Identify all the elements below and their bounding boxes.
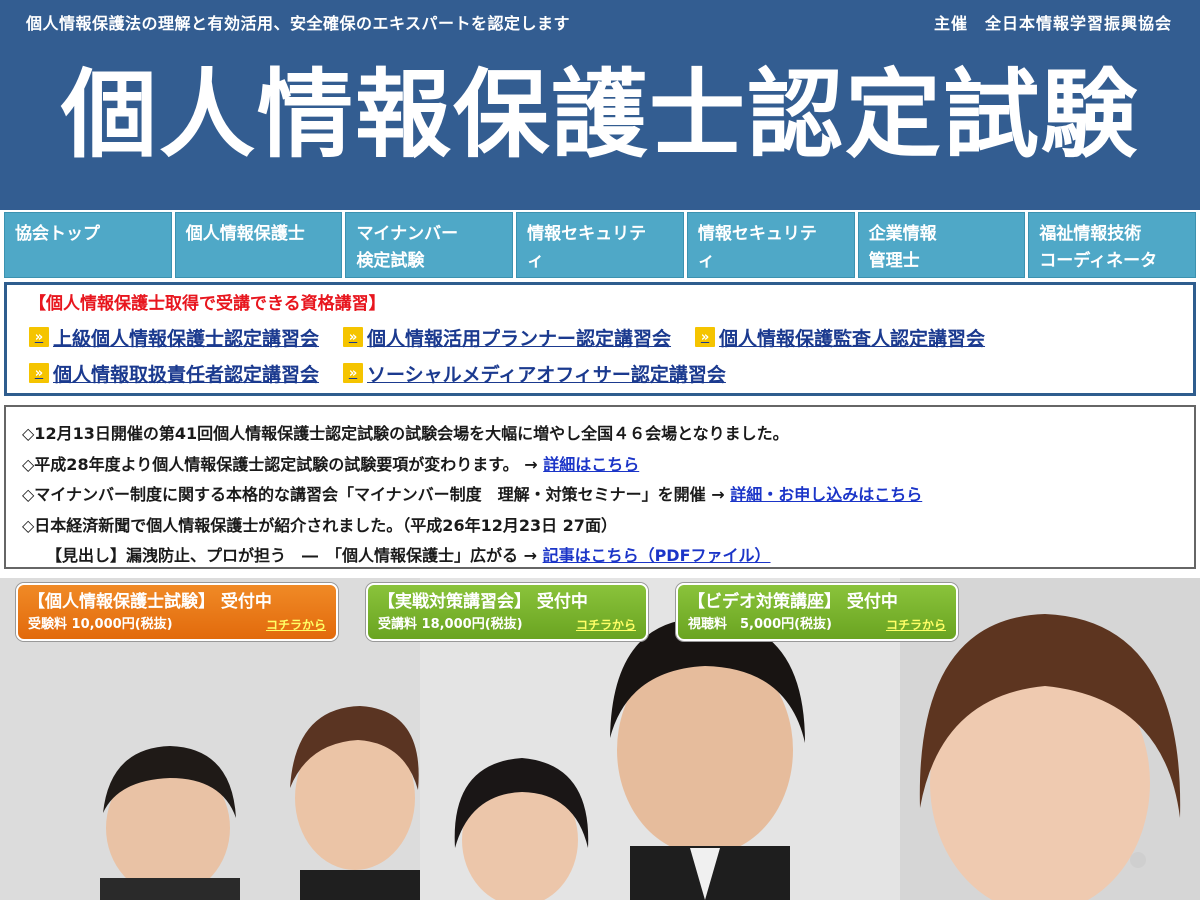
- header-organizer: 主催 全日本情報学習振興協会: [933, 14, 1172, 33]
- news-text: ◇平成28年度より個人情報保護士認定試験の試験要項が変わります。 →: [22, 454, 544, 474]
- course-link-auditor[interactable]: » 個人情報保護監査人認定講習会: [695, 324, 985, 351]
- badge-title: 【ビデオ対策講座】 受付中: [688, 592, 898, 612]
- news-box: ◇12月13日開催の第41回個人情報保護士認定試験の試験会場を大幅に増やし全国４…: [4, 405, 1196, 569]
- courses-title: 【個人情報保護士取得で受講できる資格講習】: [29, 294, 386, 314]
- news-item: ◇平成28年度より個人情報保護士認定試験の試験要項が変わります。 → 詳細はこち…: [22, 450, 1194, 481]
- news-text: ◇マイナンバー制度に関する本格的な講習会「マイナンバー制度 理解・対策セミナー」…: [22, 485, 731, 504]
- course-link-social-media[interactable]: » ソーシャルメディアオフィサー認定講習会: [343, 360, 726, 387]
- nav-label-sub: 管理士: [868, 251, 920, 271]
- course-link-label: 個人情報取扱責任者認定講習会: [53, 363, 320, 386]
- nav-label-sub: 検定試験: [356, 251, 425, 271]
- nav-label-sub: ィ: [527, 251, 545, 271]
- badge-link[interactable]: コチラから: [576, 616, 636, 634]
- exam-signup-badge[interactable]: 【個人情報保護士試験】 受付中 受験料 10,000円(税抜) コチラから: [16, 583, 338, 641]
- badge-title: 【個人情報保護士試験】 受付中: [28, 592, 272, 612]
- chevron-right-icon: »: [29, 363, 49, 383]
- course-link-label: 上級個人情報保護士認定講習会: [53, 327, 320, 350]
- nav-label: 協会トップ: [15, 224, 100, 244]
- nav-item-mynumber-exam[interactable]: マイナンバー 検定試験: [345, 212, 514, 278]
- course-link-planner[interactable]: » 個人情報活用プランナー認定講習会: [343, 324, 671, 351]
- nav-item-association-top[interactable]: 協会トップ: [4, 212, 172, 278]
- badge-fee-row: 視聴料 5,000円(税抜) コチラから: [688, 616, 946, 634]
- practice-course-badge[interactable]: 【実戦対策講習会】 受付中 受講料 18,000円(税抜) コチラから: [366, 583, 648, 641]
- site-header: 個人情報保護法の理解と有効活用、安全確保のエキスパートを認定します 主催 全日本…: [0, 0, 1200, 210]
- nav-item-welfare-coordinator[interactable]: 福祉情報技術 コーディネータ: [1028, 212, 1197, 278]
- header-tagline: 個人情報保護法の理解と有効活用、安全確保のエキスパートを認定します: [26, 14, 571, 33]
- video-course-badge[interactable]: 【ビデオ対策講座】 受付中 視聴料 5,000円(税抜) コチラから: [676, 583, 958, 641]
- main-nav: 協会トップ 個人情報保護士 マイナンバー 検定試験 情報セキュリテ ィ 情報セキ…: [0, 212, 1200, 278]
- nav-item-corporate-info[interactable]: 企業情報 管理士: [857, 212, 1026, 278]
- nav-item-info-security-2[interactable]: 情報セキュリテ ィ: [686, 212, 855, 278]
- hero-photo: 【個人情報保護士試験】 受付中 受験料 10,000円(税抜) コチラから 【実…: [0, 578, 1200, 900]
- nav-label-sub: ィ: [697, 251, 715, 271]
- badge-title: 【実戦対策講習会】 受付中: [378, 592, 588, 612]
- nav-label: 福祉情報技術: [1039, 224, 1142, 244]
- news-item: 【見出し】漏洩防止、プロが担う ― 「個人情報保護士」広がる → 記事はこちら（…: [22, 541, 1194, 572]
- course-link-label: 個人情報活用プランナー認定講習会: [367, 327, 672, 350]
- nav-label: 企業情報: [868, 224, 937, 244]
- chevron-right-icon: »: [343, 327, 364, 347]
- badge-fee-row: 受験料 10,000円(税抜) コチラから: [28, 616, 326, 634]
- course-link-label: ソーシャルメディアオフィサー認定講習会: [367, 363, 726, 386]
- chevron-right-icon: »: [343, 363, 364, 383]
- nav-label: マイナンバー: [356, 224, 459, 244]
- course-link-manager[interactable]: » 個人情報取扱責任者認定講習会: [29, 360, 319, 387]
- badge-fee: 受験料 10,000円(税抜): [28, 617, 173, 632]
- chevron-right-icon: »: [695, 327, 716, 347]
- course-row: » 個人情報取扱責任者認定講習会 » ソーシャルメディアオフィサー認定講習会: [29, 355, 1193, 391]
- news-apply-link[interactable]: 詳細・お申し込みはこちら: [730, 485, 922, 504]
- course-link-label: 個人情報保護監査人認定講習会: [719, 327, 986, 350]
- site-title[interactable]: 個人情報保護士認定試験: [0, 56, 1200, 174]
- news-text: 【見出し】漏洩防止、プロが担う ― 「個人情報保護士」広がる →: [46, 546, 543, 565]
- news-item: ◇マイナンバー制度に関する本格的な講習会「マイナンバー制度 理解・対策セミナー」…: [22, 480, 1194, 511]
- badge-link[interactable]: コチラから: [886, 616, 946, 634]
- badge-link[interactable]: コチラから: [266, 616, 326, 634]
- course-link-advanced[interactable]: » 上級個人情報保護士認定講習会: [29, 324, 319, 351]
- news-details-link[interactable]: 詳細はこちら: [543, 455, 639, 474]
- nav-label: 情報セキュリテ: [527, 224, 647, 244]
- badge-fee: 視聴料 5,000円(税抜): [688, 617, 833, 632]
- courses-box: 【個人情報保護士取得で受講できる資格講習】 » 上級個人情報保護士認定講習会 »…: [4, 282, 1196, 396]
- badge-fee-row: 受講料 18,000円(税抜) コチラから: [378, 616, 636, 634]
- chevron-right-icon: »: [29, 327, 49, 347]
- nav-label: 情報セキュリテ: [697, 224, 817, 244]
- nav-label-sub: コーディネータ: [1039, 251, 1158, 271]
- news-item: ◇12月13日開催の第41回個人情報保護士認定試験の試験会場を大幅に増やし全国４…: [22, 424, 789, 443]
- nav-item-info-security-1[interactable]: 情報セキュリテ ィ: [516, 212, 684, 278]
- news-item: ◇日本経済新聞で個人情報保護士が紹介されました。（平成26年12月23日 27面…: [22, 515, 617, 535]
- nav-item-privacy-specialist[interactable]: 個人情報保護士: [174, 212, 343, 278]
- news-article-pdf-link[interactable]: 記事はこちら（PDFファイル）: [543, 546, 771, 565]
- badge-fee: 受講料 18,000円(税抜): [378, 617, 523, 632]
- course-row: » 上級個人情報保護士認定講習会 » 個人情報活用プランナー認定講習会 » 個人…: [29, 319, 1193, 355]
- nav-label: 個人情報保護士: [185, 224, 305, 244]
